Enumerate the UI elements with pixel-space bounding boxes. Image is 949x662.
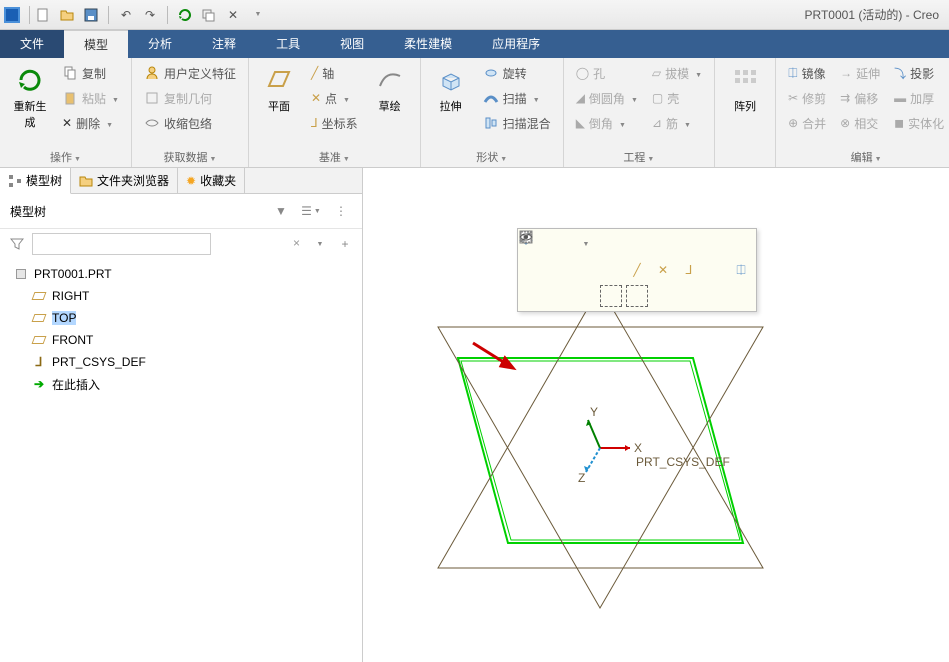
- tree-root[interactable]: PRT0001.PRT: [10, 263, 362, 285]
- copygeom-button[interactable]: 复制几何: [140, 87, 240, 109]
- tree-title: 模型树: [10, 203, 262, 220]
- qat-redo-icon[interactable]: ↷: [140, 5, 160, 25]
- ctx-cube-icon[interactable]: [548, 233, 570, 255]
- sweep-button[interactable]: 扫描: [479, 87, 555, 109]
- trim-button[interactable]: ✂修剪: [784, 87, 830, 109]
- panel-tab-modeltree[interactable]: 模型树: [0, 168, 71, 194]
- tab-view[interactable]: 视图: [320, 30, 384, 58]
- ctx-show-icon[interactable]: [600, 285, 622, 307]
- app-icon: [4, 7, 20, 23]
- ctx-isolate-icon[interactable]: [626, 285, 648, 307]
- fillet-button[interactable]: ◣倒角: [572, 112, 642, 134]
- extrude-button[interactable]: 拉伸: [429, 62, 473, 116]
- ctx-revolve-icon[interactable]: [574, 259, 596, 281]
- axis-button[interactable]: ╱轴: [307, 62, 362, 84]
- userfeat-button[interactable]: 用户定义特征: [140, 62, 240, 84]
- paste-button[interactable]: 粘贴: [58, 87, 123, 109]
- panel-tab-fav[interactable]: ✹收藏夹: [178, 168, 245, 193]
- qat-undo-icon[interactable]: ↶: [116, 5, 136, 25]
- extend-button[interactable]: →延伸: [836, 62, 884, 84]
- group-edit-label[interactable]: 编辑: [784, 147, 948, 165]
- offset-button[interactable]: ⇉偏移: [836, 87, 884, 109]
- tab-file[interactable]: 文件: [0, 30, 64, 58]
- plane-button[interactable]: 平面: [257, 62, 301, 116]
- copy-button[interactable]: 复制: [58, 62, 123, 84]
- viewport[interactable]: X Y Z PRT_CSYS_DEF ╱: [363, 168, 949, 662]
- filter-icon[interactable]: [6, 233, 28, 255]
- pattern-button[interactable]: 阵列: [723, 62, 767, 116]
- tree-right[interactable]: RIGHT: [28, 285, 362, 307]
- ctx-grid-icon[interactable]: [704, 259, 726, 281]
- qat-regen-icon[interactable]: [175, 5, 195, 25]
- chamfer-button[interactable]: ◢倒圆角: [572, 87, 642, 109]
- qat-save-icon[interactable]: [81, 5, 101, 25]
- qat-new-icon[interactable]: [33, 5, 53, 25]
- ctx-select-icon[interactable]: [574, 233, 596, 255]
- window-title: PRT0001 (活动的) - Creo: [805, 6, 945, 23]
- shrinkwrap-button[interactable]: 收缩包络: [140, 112, 240, 134]
- tree-tool-1-icon[interactable]: ▼: [270, 200, 292, 222]
- tree-insert[interactable]: ➔在此插入: [28, 373, 362, 395]
- group-operate-label[interactable]: 操作: [8, 147, 123, 165]
- tree-tool-3-icon[interactable]: ⋮: [330, 200, 352, 222]
- qat-close-icon[interactable]: ✕: [223, 5, 243, 25]
- mirror-button[interactable]: ⎅镜像: [784, 62, 830, 84]
- ctx-csys-icon[interactable]: ⅃: [678, 259, 700, 281]
- tab-analysis[interactable]: 分析: [128, 30, 192, 58]
- tab-annotate[interactable]: 注释: [192, 30, 256, 58]
- ctx-spline-icon[interactable]: [522, 259, 544, 281]
- axis-y-label: Y: [590, 405, 598, 419]
- ctx-copy-icon[interactable]: [548, 285, 570, 307]
- tab-model[interactable]: 模型: [64, 30, 128, 58]
- group-datum-label[interactable]: 基准: [257, 147, 412, 165]
- hole-button[interactable]: ◯孔: [572, 62, 642, 84]
- project-button[interactable]: ⤵投影: [890, 62, 948, 84]
- csys-button[interactable]: ⅃坐标系: [307, 112, 362, 134]
- tab-flex[interactable]: 柔性建模: [384, 30, 472, 58]
- ctx-mirror-icon[interactable]: ⎅: [730, 259, 752, 281]
- blend-button[interactable]: 扫描混合: [479, 112, 555, 134]
- group-pattern-label: [723, 163, 767, 165]
- revolve-button[interactable]: 旋转: [479, 62, 555, 84]
- sketch-button[interactable]: 草绘: [368, 62, 412, 116]
- ctx-cursor-icon[interactable]: [522, 285, 544, 307]
- group-getdata-label[interactable]: 获取数据: [140, 147, 240, 165]
- group-shape-label[interactable]: 形状: [429, 147, 555, 165]
- tab-tools[interactable]: 工具: [256, 30, 320, 58]
- thicken-button[interactable]: ▬加厚: [890, 87, 948, 109]
- intersect-button[interactable]: ⊗相交: [836, 112, 884, 134]
- qat-customize-icon[interactable]: [247, 5, 267, 25]
- filter-clear-icon[interactable]: ×: [293, 236, 300, 250]
- filter-add-icon[interactable]: +: [334, 233, 356, 255]
- ctx-point-icon[interactable]: ✕: [652, 259, 674, 281]
- tab-app[interactable]: 应用程序: [472, 30, 560, 58]
- tree-top[interactable]: TOP: [28, 307, 362, 329]
- shell-button[interactable]: ▢壳: [648, 87, 706, 109]
- tree-tool-2-icon[interactable]: ☰: [300, 200, 322, 222]
- ctx-hide-icon[interactable]: [574, 285, 596, 307]
- csys-label: PRT_CSYS_DEF: [636, 455, 730, 469]
- solidify-button[interactable]: ◼实体化: [890, 112, 948, 134]
- filter-dropdown-icon[interactable]: [308, 233, 330, 255]
- delete-button[interactable]: ✕删除: [58, 112, 123, 134]
- panel-tab-folder[interactable]: 文件夹浏览器: [71, 168, 178, 193]
- axis-z-label: Z: [578, 471, 585, 485]
- ctx-box-icon[interactable]: [548, 259, 570, 281]
- axis-x-label: X: [634, 441, 642, 455]
- filter-input[interactable]: [32, 233, 211, 255]
- regen-button[interactable]: 重新生成: [8, 62, 52, 132]
- tree-front[interactable]: FRONT: [28, 329, 362, 351]
- ctx-axis-icon[interactable]: ╱: [626, 259, 648, 281]
- qat-windows-icon[interactable]: [199, 5, 219, 25]
- point-button[interactable]: ✕点: [307, 87, 362, 109]
- rib-button[interactable]: ⊿筋: [648, 112, 706, 134]
- ctx-plane-icon[interactable]: [600, 259, 622, 281]
- context-toolbar: ╱ ✕ ⅃ ⎅: [517, 228, 757, 312]
- qat-open-icon[interactable]: [57, 5, 77, 25]
- group-eng-label[interactable]: 工程: [572, 147, 706, 165]
- extract-button[interactable]: ▱拔模: [648, 62, 706, 84]
- merge-button[interactable]: ⊕合并: [784, 112, 830, 134]
- tree-csys[interactable]: ⅃PRT_CSYS_DEF: [28, 351, 362, 373]
